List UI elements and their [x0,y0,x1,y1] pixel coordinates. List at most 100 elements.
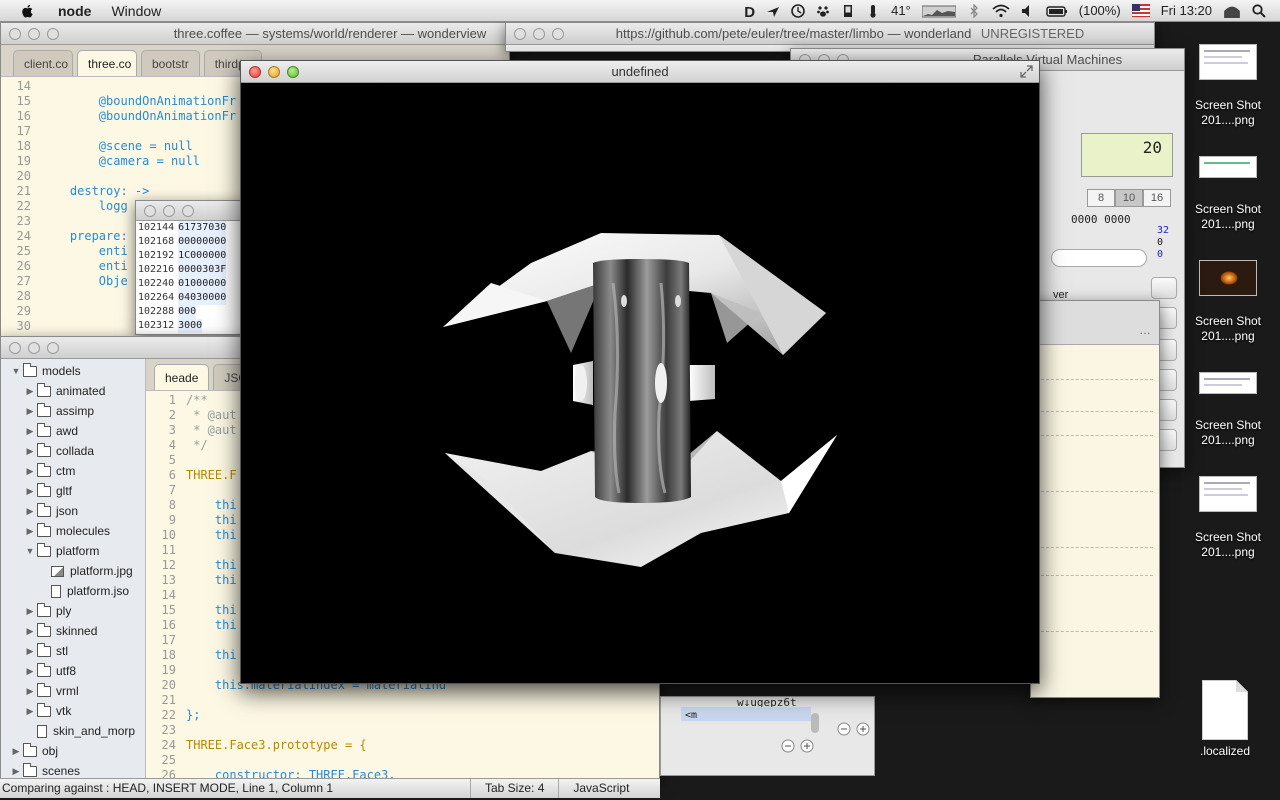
airplane-icon[interactable] [766,4,780,18]
mini-panel[interactable]: w↓ugepz6t <m [660,696,875,776]
minus-plus-buttons[interactable] [837,722,873,736]
spotlight-search-icon[interactable] [1252,3,1266,18]
desktop-screenshot-file[interactable]: Screen Shot 201....png [1183,260,1273,344]
tree-item-assimp[interactable]: ▶ assimp [1,401,145,421]
tree-item-awd[interactable]: ▶ awd [1,421,145,441]
calc-button[interactable] [1151,277,1177,299]
battery-percent[interactable]: (100%) [1079,3,1121,18]
syntax-selector[interactable]: JavaScript [558,779,643,798]
zoom-button[interactable] [287,66,299,78]
minus-plus-buttons[interactable] [781,739,817,753]
file-tree[interactable]: ▼ models ▶ animated ▶ assimp ▶ awd ▶ collada ▶ ctm ▶… [1,359,146,781]
disclosure-closed-icon[interactable]: ▶ [23,461,37,481]
disclosure-open-icon[interactable]: ▼ [9,361,23,381]
hex-viewer-window[interactable]: 102144 61737030 102168 00000000 102192 1C0000… [135,200,245,335]
desktop-screenshot-file[interactable]: Screen Shot 201....png [1183,44,1273,128]
disclosure-closed-icon[interactable]: ▶ [23,481,37,501]
tree-item-animated[interactable]: ▶ animated [1,381,145,401]
close-button[interactable] [9,28,21,40]
tab-size-selector[interactable]: Tab Size: 4 [470,779,558,798]
wifi-icon[interactable] [992,4,1010,18]
temperature-readout[interactable]: 41° [891,3,911,18]
tab-bootstrap[interactable]: bootstr [141,50,200,76]
zoom-button[interactable] [552,28,564,40]
tree-item-stl[interactable]: ▶ stl [1,641,145,661]
zoom-button[interactable] [47,28,59,40]
tree-item-ctm[interactable]: ▶ ctm [1,461,145,481]
window-menu[interactable]: Window [111,3,161,19]
tree-item-collada[interactable]: ▶ collada [1,441,145,461]
tree-item-platform[interactable]: ▼ platform [1,541,145,561]
hex-row[interactable]: 102144 61737030 [136,221,244,235]
timemachine-icon[interactable] [791,3,805,18]
tab-header[interactable]: heade [154,364,210,390]
disclosure-closed-icon[interactable]: ▶ [23,681,37,701]
browser-titlebar[interactable]: https://github.com/pete/euler/tree/maste… [506,23,1154,45]
disclosure-closed-icon[interactable]: ▶ [23,501,37,521]
hex-row[interactable]: 102168 00000000 [136,235,244,249]
zoom-button[interactable] [182,205,194,217]
minimize-button[interactable] [28,342,40,354]
tree-item-molecules[interactable]: ▶ molecules [1,521,145,541]
user-icon[interactable] [1223,4,1241,18]
desktop-screenshot-file[interactable]: Screen Shot 201....png [1183,372,1273,448]
desktop-screenshot-file[interactable]: Screen Shot 201....png [1183,156,1273,232]
editor-titlebar[interactable]: three.coffee — systems/world/renderer — … [1,23,509,45]
cpu-graph-icon[interactable] [921,4,956,18]
disclosure-closed-icon[interactable]: ▶ [23,401,37,421]
base-10-button[interactable]: 10 [1115,189,1143,207]
disclosure-closed-icon[interactable]: ▶ [23,381,37,401]
hex-row[interactable]: 102240 01000000 [136,277,244,291]
bluetooth-icon[interactable] [967,3,981,18]
tab-client[interactable]: client.co [13,50,73,76]
hex-row[interactable]: 102264 04030000 [136,291,244,305]
battery-icon[interactable] [1046,4,1068,18]
tree-item-vrml[interactable]: ▶ vrml [1,681,145,701]
disclosure-closed-icon[interactable]: ▶ [23,441,37,461]
us-flag-icon[interactable] [1131,3,1150,18]
log-window[interactable]: … [1030,300,1160,698]
hex-rows[interactable]: 102144 61737030 102168 00000000 102192 1C0000… [136,221,244,334]
minimize-button[interactable] [268,66,280,78]
disclosure-closed-icon[interactable]: ▶ [23,621,37,641]
base-16-button[interactable]: 16 [1143,189,1171,207]
disclosure-closed-icon[interactable]: ▶ [23,641,37,661]
tree-item-platform-jso[interactable]: platform.jso [1,581,145,601]
memory-gauge-icon[interactable] [841,4,855,18]
disclosure-closed-icon[interactable]: ▶ [23,701,37,721]
scrollbar-thumb[interactable] [811,713,819,733]
tree-item-vtk[interactable]: ▶ vtk [1,701,145,721]
tree-item-platform-jpg[interactable]: platform.jpg [1,561,145,581]
close-button[interactable] [144,205,156,217]
desktop-localized-file[interactable]: .localized [1180,680,1270,759]
tree-item-gltf[interactable]: ▶ gltf [1,481,145,501]
minimize-button[interactable] [28,28,40,40]
hex-row[interactable]: 102192 1C000000 [136,249,244,263]
calculator-input[interactable] [1051,249,1147,267]
hex-row[interactable]: 102288 000 [136,305,244,319]
webgl-window[interactable]: undefined [240,60,1040,684]
disclosure-closed-icon[interactable]: ▶ [23,521,37,541]
app-name-menu[interactable]: node [58,3,91,19]
disclosure-closed-icon[interactable]: ▶ [23,601,37,621]
minimize-button[interactable] [533,28,545,40]
webgl-canvas[interactable] [241,83,1039,683]
close-button[interactable] [514,28,526,40]
desktop-screenshot-file[interactable]: Screen Shot 201....png [1183,476,1273,560]
volume-icon[interactable] [1021,4,1035,18]
close-button[interactable] [9,342,21,354]
tree-item-utf8[interactable]: ▶ utf8 [1,661,145,681]
disclosure-open-icon[interactable]: ▼ [23,541,37,561]
hex-row[interactable]: 102216 0000303F [136,263,244,277]
hex-row[interactable]: 102312 3000 [136,319,244,333]
tree-item-ply[interactable]: ▶ ply [1,601,145,621]
dropbox-d-icon[interactable]: D [744,4,755,21]
selection-row[interactable]: <m [681,707,811,721]
disclosure-closed-icon[interactable]: ▶ [9,741,23,761]
tree-item-obj[interactable]: ▶ obj [1,741,145,761]
tree-item-skin-and-morp[interactable]: skin_and_morp [1,721,145,741]
disclosure-closed-icon[interactable]: ▶ [23,661,37,681]
paw-icon[interactable] [816,4,830,18]
zoom-button[interactable] [47,342,59,354]
tree-item-json[interactable]: ▶ json [1,501,145,521]
